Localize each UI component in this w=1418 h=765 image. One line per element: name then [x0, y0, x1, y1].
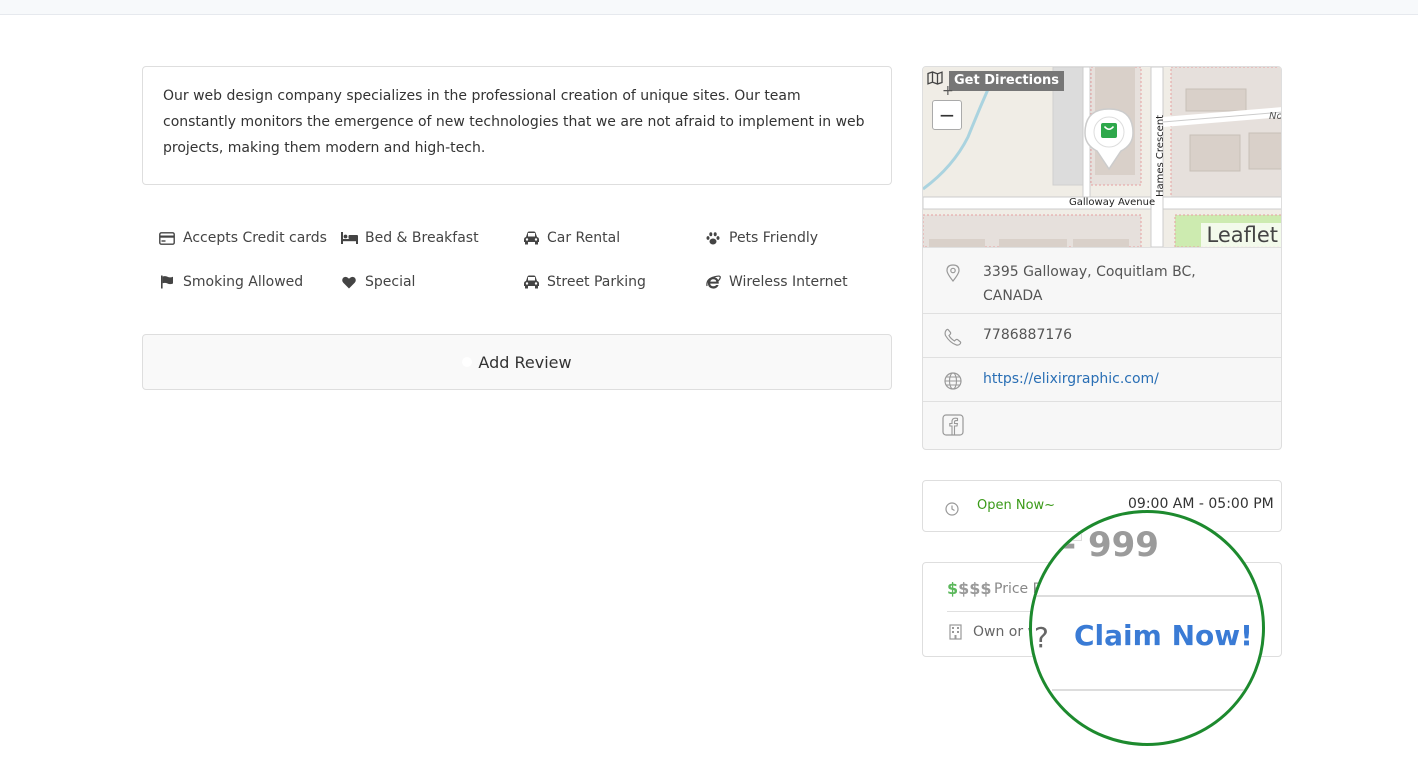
car-icon [522, 274, 540, 290]
car-icon [522, 230, 540, 246]
street-label-nor: Nor [1269, 111, 1282, 122]
description-text: Our web design company specializes in th… [163, 88, 865, 156]
street-label-hames: Hames Crescent [1155, 114, 1166, 197]
building-icon [949, 624, 962, 644]
amenity-car-rental: Car Rental [522, 226, 704, 250]
amenity-street-parking: Street Parking [522, 270, 704, 294]
website-row: https://elixirgraphic.com/ [923, 357, 1281, 401]
add-review-label: Add Review [478, 352, 572, 372]
amenity-pets-friendly: Pets Friendly [704, 226, 886, 250]
magnified-divider-bottom [1052, 689, 1262, 691]
address-row: 3395 Galloway, Coquitlam BC, CANADA [923, 247, 1281, 313]
heart-icon [340, 274, 358, 290]
facebook-icon[interactable] [923, 414, 983, 436]
amenity-wireless-internet: Wireless Internet [704, 270, 886, 294]
price-active: $ [947, 579, 959, 598]
internet-explorer-icon [704, 274, 722, 290]
amenity-label: Street Parking [547, 274, 646, 290]
flag-icon [158, 274, 176, 290]
zoom-in-button[interactable]: + [942, 83, 954, 99]
review-dot-icon [462, 357, 473, 367]
map-marker-icon [923, 260, 983, 282]
description-box: Our web design company specializes in th… [142, 66, 892, 185]
amenity-label: Wireless Internet [729, 274, 848, 290]
phone-text[interactable]: 7786887176 [983, 323, 1072, 347]
amenities-list: Accepts Credit cards Bed & Breakfast Car… [158, 226, 888, 294]
phone-row: 7786887176 [923, 313, 1281, 357]
open-status: Open Now~ [977, 498, 1056, 513]
amenity-credit-cards: Accepts Credit cards [158, 226, 340, 250]
amenity-smoking-allowed: Smoking Allowed [158, 270, 340, 294]
magnifier-callout: - 999 ? Claim Now! [1029, 510, 1265, 746]
get-directions-label: Get Directions [949, 71, 1065, 91]
paw-icon [704, 230, 722, 246]
street-label-galloway: Galloway Avenue [1069, 197, 1156, 208]
contact-card: Galloway Avenue Hames Crescent Nor Get D… [922, 66, 1282, 450]
magnified-question-mark: ? [1034, 621, 1049, 654]
amenity-label: Car Rental [547, 230, 621, 246]
clock-icon [945, 501, 959, 520]
leaflet-attribution[interactable]: Leaflet [1201, 223, 1281, 247]
amenity-label: Smoking Allowed [183, 274, 304, 290]
top-bar [0, 0, 1418, 15]
address-text: 3395 Galloway, Coquitlam BC, CANADA [983, 264, 1196, 304]
phone-icon [923, 323, 983, 346]
amenity-label: Accepts Credit cards [183, 230, 327, 246]
credit-card-icon [158, 230, 176, 246]
amenity-label: Bed & Breakfast [365, 230, 479, 246]
zoom-out-button[interactable]: − [932, 100, 962, 130]
map[interactable]: Galloway Avenue Hames Crescent Nor Get D… [923, 67, 1282, 247]
add-review-button[interactable]: Add Review [142, 334, 892, 390]
amenity-special: Special [340, 270, 522, 294]
social-row [923, 401, 1281, 449]
claim-now-link[interactable]: Claim Now! [1074, 619, 1253, 652]
price-range-symbols: $$$$ [947, 579, 992, 598]
magnified-price-number: - 999 [1062, 525, 1159, 565]
amenity-label: Pets Friendly [729, 230, 819, 246]
globe-icon [923, 367, 983, 390]
amenity-label: Special [365, 274, 416, 290]
website-link[interactable]: https://elixirgraphic.com/ [983, 367, 1159, 391]
amenity-bed-breakfast: Bed & Breakfast [340, 226, 522, 250]
price-inactive: $$$ [958, 579, 992, 598]
bed-icon [340, 230, 358, 246]
magnified-divider [1032, 595, 1262, 597]
